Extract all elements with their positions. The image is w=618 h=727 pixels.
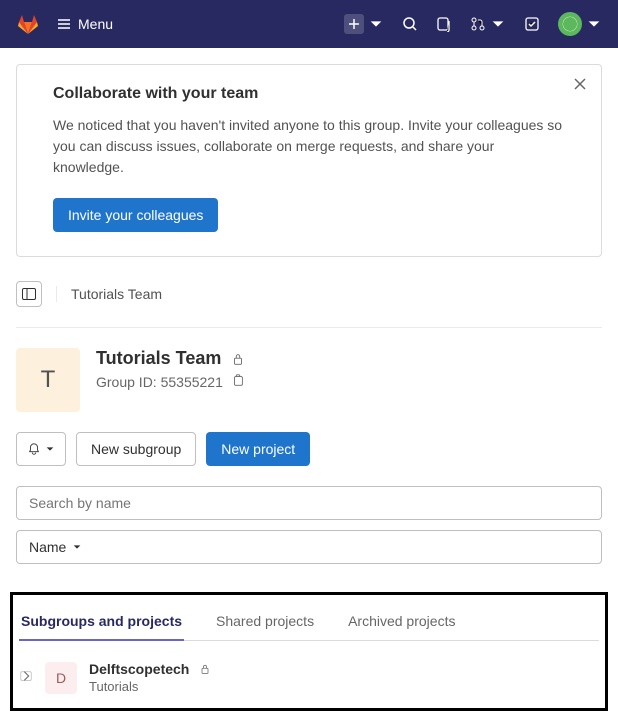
tab-archived[interactable]: Archived projects [346, 603, 457, 640]
sidebar-icon [21, 286, 37, 302]
group-header: T Tutorials Team Group ID: 55355221 [16, 348, 602, 412]
project-text: Delftscopetech Tutorials [89, 661, 211, 694]
plus-icon [344, 14, 364, 34]
hamburger-icon [56, 16, 72, 32]
chevron-down-icon [368, 16, 384, 32]
chevron-down-icon [72, 542, 82, 552]
user-menu[interactable] [558, 12, 602, 36]
tabs: Subgroups and projects Shared projects A… [19, 603, 599, 641]
expand-icon[interactable] [19, 669, 33, 686]
new-project-button[interactable]: New project [206, 432, 310, 466]
lock-icon [231, 352, 245, 369]
search-icon[interactable] [402, 16, 418, 32]
project-subtitle: Tutorials [89, 679, 211, 694]
chevron-down-icon [490, 16, 506, 32]
close-button[interactable] [573, 77, 587, 94]
user-avatar-icon [558, 12, 582, 36]
bell-icon [27, 442, 41, 456]
merge-icon [470, 16, 486, 32]
invite-card: Collaborate with your team We noticed th… [16, 64, 602, 257]
actions-row: New subgroup New project [16, 432, 602, 466]
group-name: Tutorials Team [96, 348, 221, 369]
topbar-actions [344, 12, 602, 36]
tab-subgroups[interactable]: Subgroups and projects [19, 603, 184, 641]
chevron-down-icon [586, 16, 602, 32]
tab-shared[interactable]: Shared projects [214, 603, 316, 640]
issues-icon[interactable] [436, 16, 452, 32]
new-subgroup-button[interactable]: New subgroup [76, 432, 196, 466]
search-input[interactable] [16, 486, 602, 520]
project-row[interactable]: D Delftscopetech Tutorials [19, 655, 599, 700]
lock-icon [199, 662, 211, 678]
notification-dropdown[interactable] [16, 432, 66, 466]
breadcrumb-row: Tutorials Team [16, 281, 602, 328]
chevron-down-icon [45, 444, 55, 454]
sidebar-toggle-button[interactable] [16, 281, 42, 307]
invite-card-title: Collaborate with your team [53, 85, 565, 103]
merge-requests-dropdown[interactable] [470, 16, 506, 32]
topbar: Menu [0, 0, 618, 48]
page-content: Collaborate with your team We noticed th… [0, 48, 618, 727]
copy-icon [231, 373, 245, 387]
group-info: Tutorials Team Group ID: 55355221 [96, 348, 245, 390]
group-avatar: T [16, 348, 80, 412]
menu-button[interactable]: Menu [56, 16, 113, 32]
highlighted-region: Subgroups and projects Shared projects A… [10, 592, 608, 711]
chevron-right-icon [19, 669, 33, 683]
gitlab-logo-icon[interactable] [16, 12, 40, 36]
sort-label: Name [29, 539, 66, 555]
sort-dropdown[interactable]: Name [16, 530, 602, 564]
menu-label: Menu [78, 16, 113, 32]
todos-icon[interactable] [524, 16, 540, 32]
project-avatar: D [45, 662, 77, 694]
invite-card-body: We noticed that you haven't invited anyo… [53, 115, 565, 178]
copy-id-button[interactable] [231, 373, 245, 390]
close-icon [573, 77, 587, 91]
group-id: Group ID: 55355221 [96, 374, 223, 390]
project-name[interactable]: Delftscopetech [89, 661, 189, 677]
breadcrumb[interactable]: Tutorials Team [56, 286, 162, 302]
new-dropdown[interactable] [344, 14, 384, 34]
invite-colleagues-button[interactable]: Invite your colleagues [53, 198, 218, 232]
